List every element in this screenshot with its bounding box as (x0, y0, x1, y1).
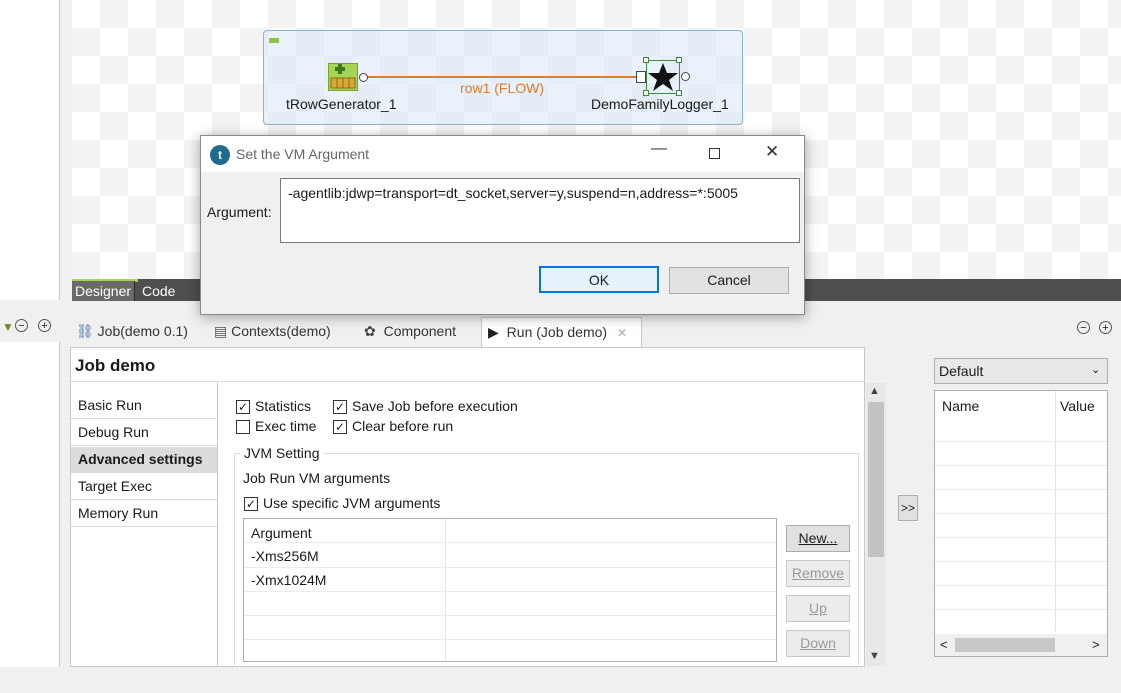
clear-before-checkbox[interactable]: ✓ (333, 420, 347, 434)
argument-label: Argument: (207, 204, 272, 220)
status-bar (0, 667, 1121, 693)
left-panel-top (0, 0, 60, 300)
tab-job[interactable]: ⛓ Job(demo 0.1) (76, 317, 188, 347)
logger-output-port-icon[interactable] (681, 72, 690, 81)
column-name[interactable]: Name (942, 398, 979, 414)
tab-contexts[interactable]: ▤ Contexts(demo) (214, 317, 331, 347)
expand-context-button[interactable]: >> (898, 495, 918, 521)
save-job-label: Save Job before execution (352, 398, 518, 414)
down-button[interactable]: Down (786, 630, 850, 657)
jvm-subtitle: Job Run VM arguments (243, 470, 391, 486)
scrollbar-thumb[interactable] (868, 402, 884, 557)
table-row (935, 537, 1107, 538)
close-tab-icon[interactable]: ✕ (617, 326, 627, 340)
tab-designer[interactable]: Designer (72, 281, 136, 301)
node-label-generator[interactable]: tRowGenerator_1 (286, 96, 397, 112)
table-row (935, 561, 1107, 562)
flow-label[interactable]: row1 (FLOW) (460, 80, 544, 96)
table-header[interactable]: Argument (244, 519, 776, 543)
clear-before-label: Clear before run (352, 418, 454, 434)
table-row[interactable] (244, 616, 776, 640)
save-job-checkbox[interactable]: ✓ (333, 400, 347, 414)
nav-target-exec[interactable]: Target Exec (71, 474, 217, 500)
row-generator-icon[interactable] (328, 63, 358, 91)
remove-button[interactable]: Remove (786, 560, 850, 587)
column-value[interactable]: Value (1060, 398, 1095, 414)
panel-minimize-icon[interactable]: − (1077, 321, 1090, 334)
contexts-icon: ▤ (214, 323, 228, 339)
nav-advanced-settings[interactable]: Advanced settings (71, 447, 217, 473)
cancel-button[interactable]: Cancel (669, 267, 789, 294)
up-button[interactable]: Up (786, 595, 850, 622)
statistics-label: Statistics (255, 398, 312, 414)
use-specific-jvm-checkbox[interactable]: ✓ (244, 497, 258, 511)
context-select[interactable]: Default ⌄ (934, 358, 1108, 384)
table-row[interactable] (244, 592, 776, 616)
new-button[interactable]: New... (786, 525, 850, 552)
logger-node-selection[interactable] (646, 60, 680, 94)
window-minimize-icon[interactable]: — (651, 140, 667, 158)
job-icon: ⛓ (76, 323, 94, 339)
panel-maximize-icon[interactable]: + (1099, 321, 1112, 334)
run-icon: ▶ (488, 324, 499, 340)
exec-time-label: Exec time (255, 418, 317, 434)
table-row (935, 513, 1107, 514)
selection-handle[interactable] (676, 57, 682, 63)
selection-handle[interactable] (643, 57, 649, 63)
filter-icon[interactable]: ▼ (2, 320, 14, 334)
argument-input[interactable]: -agentlib:jdwp=transport=dt_socket,serve… (280, 178, 800, 243)
scroll-up-icon[interactable]: ▲ (869, 385, 880, 397)
statistics-checkbox[interactable]: ✓ (236, 400, 250, 414)
scroll-left-icon[interactable]: < (940, 637, 948, 652)
table-row[interactable]: -Xms256M (244, 544, 776, 568)
dialog-titlebar: t Set the VM Argument — ✕ (201, 136, 804, 172)
table-row (935, 465, 1107, 466)
exec-time-checkbox[interactable] (236, 420, 250, 434)
window-maximize-icon[interactable] (709, 148, 720, 159)
use-specific-jvm-label: Use specific JVM arguments (263, 495, 441, 511)
subjob-collapse-icon[interactable] (269, 38, 279, 43)
tab-code[interactable]: Code (139, 281, 178, 301)
left-panel-bottom (0, 342, 60, 667)
palette-icon: ✿ (364, 323, 376, 339)
ok-button[interactable]: OK (539, 266, 659, 293)
dialog-title: Set the VM Argument (236, 146, 370, 162)
node-label-logger[interactable]: DemoFamilyLogger_1 (591, 96, 729, 112)
jvm-group-title: JVM Setting (240, 445, 324, 461)
nav-divider (217, 382, 218, 667)
column-divider (1055, 391, 1056, 631)
table-row (935, 489, 1107, 490)
run-panel-title: Job demo (75, 356, 156, 375)
jvm-arguments-table[interactable]: Argument -Xms256M -Xmx1024M (243, 518, 777, 662)
title-divider (71, 381, 864, 382)
h-scrollbar-thumb[interactable] (955, 638, 1055, 652)
chevron-down-icon: ⌄ (1091, 364, 1101, 376)
flow-connection[interactable] (362, 76, 644, 78)
vm-argument-dialog: t Set the VM Argument — ✕ Argument: -age… (200, 135, 805, 315)
nav-debug-run[interactable]: Debug Run (71, 420, 217, 446)
table-row[interactable]: -Xmx1024M (244, 568, 776, 592)
table-row (935, 585, 1107, 586)
output-port-icon[interactable] (359, 73, 368, 82)
nav-basic-run[interactable]: Basic Run (71, 393, 217, 419)
star-icon (648, 63, 678, 91)
scroll-right-icon[interactable]: > (1092, 637, 1100, 652)
tab-run[interactable]: ▶ Run (Job demo) ✕ (481, 317, 642, 347)
input-port-icon[interactable] (636, 71, 646, 83)
window-close-icon[interactable]: ✕ (765, 142, 779, 162)
scroll-down-icon[interactable]: ▼ (869, 650, 880, 662)
table-row (935, 609, 1107, 610)
tab-component[interactable]: ✿ Component (364, 317, 456, 347)
maximize-icon[interactable]: + (38, 319, 51, 332)
context-table[interactable]: Name Value < > (934, 390, 1108, 657)
minimize-icon[interactable]: − (15, 319, 28, 332)
talend-logo-icon: t (210, 145, 230, 165)
nav-memory-run[interactable]: Memory Run (71, 501, 217, 527)
table-row (935, 441, 1107, 442)
